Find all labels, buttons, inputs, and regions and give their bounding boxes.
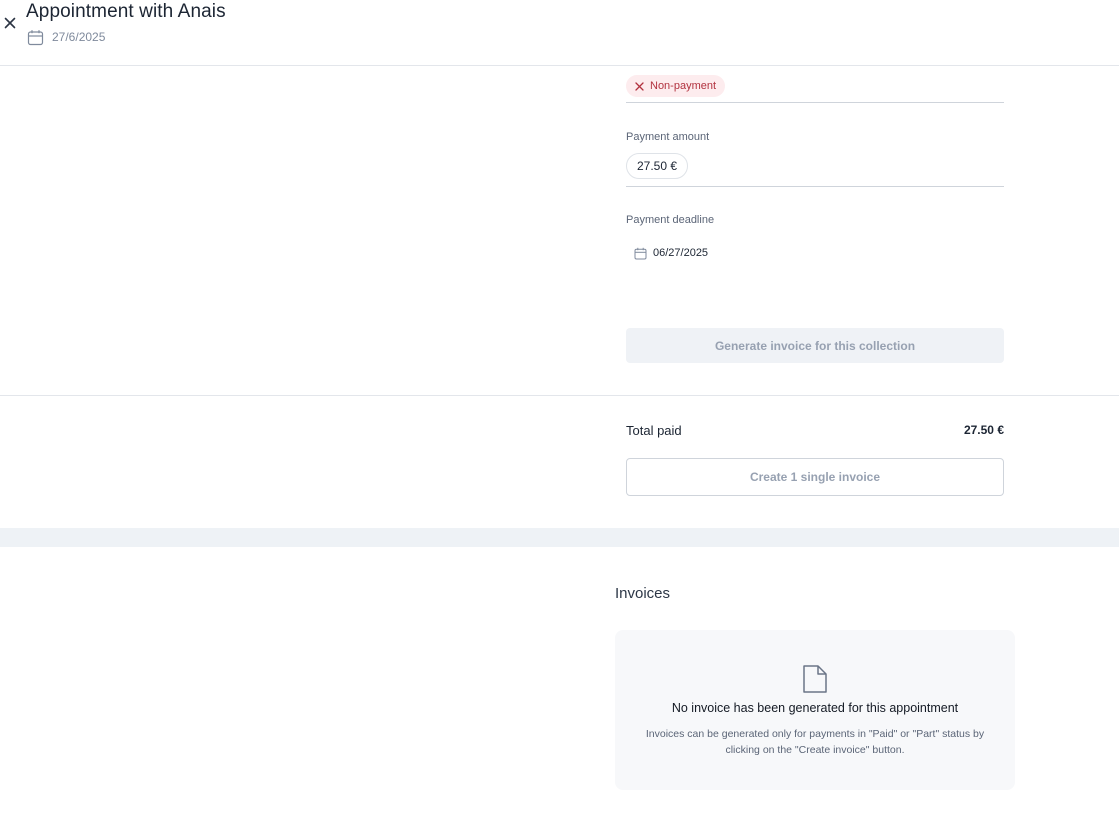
page-title: Appointment with Anais (26, 1, 226, 22)
section-separator (0, 528, 1119, 547)
create-single-invoice-button[interactable]: Create 1 single invoice (626, 458, 1004, 496)
drawer-header: Appointment with Anais 27/6/2025 (0, 0, 1119, 66)
status-badge[interactable]: Non-payment (626, 75, 726, 97)
calendar-icon (27, 29, 44, 46)
x-icon (635, 81, 644, 91)
generate-invoice-button[interactable]: Generate invoice for this collection (626, 328, 1004, 363)
invoices-title: Invoices (615, 585, 671, 602)
invoices-empty-state: No invoice has been generated for this a… (615, 630, 1015, 790)
status-badge-label: Non-payment (650, 80, 717, 92)
total-paid-value: 27.50 € (963, 423, 1004, 437)
payment-deadline-field[interactable]: 06/27/2025 (634, 245, 708, 261)
total-paid-label: Total paid (626, 423, 682, 438)
document-icon (802, 664, 828, 694)
appointment-date-text: 27/6/2025 (52, 30, 106, 44)
payment-deadline-label: Payment deadline (626, 214, 715, 226)
divider (626, 102, 1004, 103)
payment-amount-value: 27.50 € (637, 159, 678, 173)
payment-amount-label: Payment amount (626, 131, 710, 143)
empty-state-title: No invoice has been generated for this a… (671, 701, 959, 715)
calendar-icon (634, 247, 647, 260)
payment-deadline-value: 06/27/2025 (653, 247, 709, 259)
payment-amount-field[interactable]: 27.50 € (626, 153, 689, 179)
close-icon[interactable] (3, 16, 17, 30)
appointment-date: 27/6/2025 (27, 28, 105, 46)
divider (626, 186, 1004, 187)
divider (0, 395, 1119, 396)
empty-state-description: Invoices can be generated only for payme… (645, 728, 985, 756)
